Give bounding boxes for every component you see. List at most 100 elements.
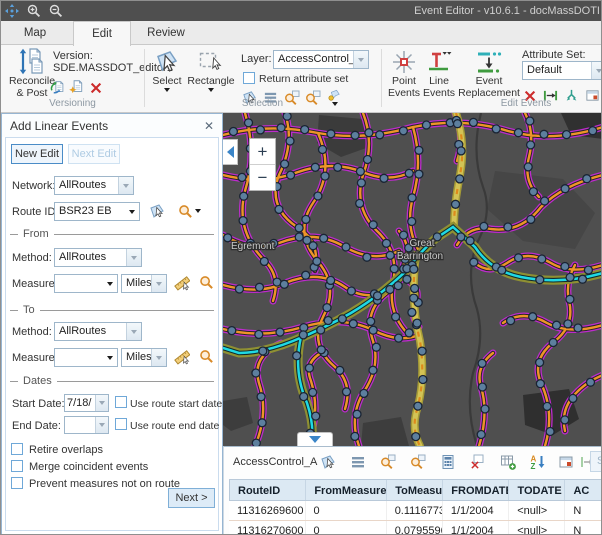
chevron-down-icon[interactable] [102,349,117,366]
attribute-set-label: Attribute Set: [522,49,586,61]
zoom-to-route-icon[interactable] [178,203,204,219]
from-method-select[interactable]: AllRoutes [54,248,142,267]
zoom-out-tool-icon[interactable] [48,3,64,19]
table-options-icon[interactable] [350,454,366,470]
reconcile-post-icon [19,48,45,75]
zoom-to-selected-icon[interactable] [380,454,396,470]
rectangle-select-icon [198,48,225,75]
column-header[interactable]: TODATE [509,480,565,500]
chevron-down-icon[interactable] [151,275,166,292]
layer-select[interactable]: AccessControl_A [273,50,369,69]
field-calculator-icon[interactable] [440,454,456,470]
line-events-icon [426,49,452,75]
measure-on-map-icon[interactable] [174,349,190,365]
attribute-set-select[interactable]: Default [522,61,602,80]
chevron-down-icon[interactable] [151,349,166,366]
zoom-to-measure-icon[interactable] [199,275,215,291]
pan-icon[interactable] [4,3,20,19]
chevron-down-icon[interactable] [102,275,117,292]
event-replacement-button[interactable]: Event Replacement [459,49,519,100]
end-date-input[interactable] [64,416,109,434]
route-id-select[interactable]: BSR23 EB [54,202,140,221]
use-route-end-date-label: Use route end date [130,420,219,432]
return-attribute-set-checkbox[interactable] [243,72,255,84]
network-label: Network: [12,180,55,192]
new-edit-button[interactable]: New Edit [11,144,63,164]
tab-review[interactable]: Review [139,21,193,45]
to-units-select[interactable]: Miles [121,348,167,367]
next-edit-button[interactable]: Next Edit [68,144,120,164]
place-label-great: Great [409,238,434,249]
version-label: Version: [53,50,93,62]
select-features-icon[interactable] [320,454,336,470]
version-changes-icon[interactable] [49,79,66,96]
use-route-end-date-checkbox[interactable] [115,418,127,430]
to-section-divider: To [10,304,214,316]
merge-coincident-checkbox[interactable] [11,460,23,472]
pan-to-selected-icon[interactable] [410,454,426,470]
ribbon-tabs: Map Edit Review [1,21,602,45]
from-section-divider: From [10,228,214,240]
save-button[interactable]: S [590,451,602,472]
use-route-start-date-checkbox[interactable] [115,396,127,408]
chevron-down-icon[interactable] [353,51,368,68]
add-record-icon[interactable] [500,454,516,470]
chevron-down-icon[interactable] [95,395,108,411]
column-header[interactable]: FromMeasure [306,480,387,500]
zoom-out-button[interactable]: − [250,165,275,191]
start-date-label: Start Date: [12,398,65,410]
merge-coincident-label: Merge coincident events [29,461,148,473]
column-header[interactable]: AC [565,480,602,500]
select-route-icon[interactable] [149,203,165,219]
tab-edit[interactable]: Edit [73,21,131,46]
delete-selected-icon[interactable] [470,454,486,470]
collapse-panel-button[interactable] [223,139,238,165]
chevron-down-icon[interactable] [591,62,602,79]
column-header[interactable]: ToMeasure [387,480,443,500]
zoom-in-tool-icon[interactable] [26,3,42,19]
tab-map[interactable]: Map [9,21,61,45]
delete-version-icon[interactable] [87,79,104,96]
new-version-icon[interactable] [68,79,85,96]
line-events-button[interactable]: Line Events [421,49,457,100]
ribbon-separator [381,49,382,107]
rectangle-select-button[interactable]: Rectangle [189,48,233,92]
chevron-down-icon[interactable] [118,177,133,194]
close-icon[interactable]: ✕ [204,120,214,132]
layer-label: Layer: [241,53,272,65]
from-units-select[interactable]: Miles [121,274,167,293]
from-measure-input[interactable] [54,274,118,293]
to-method-select[interactable]: AllRoutes [54,322,142,341]
add-linear-events-panel: Add Linear Events ✕ New Edit Next Edit N… [1,113,223,535]
column-header[interactable]: FROMDATE [443,480,509,500]
to-measure-label: Measure: [12,352,58,364]
point-events-button[interactable]: Point Events [385,49,423,100]
attribute-table-panel: AccessControl_A S RouteID FromMeasure To… [223,446,602,535]
prevent-measures-checkbox[interactable] [11,477,23,489]
chevron-down-icon[interactable] [124,203,139,220]
place-label-barrington: Barrington [397,251,443,262]
sort-az-icon[interactable] [530,454,546,470]
select-icon [154,48,181,75]
from-measure-label: Measure: [12,278,58,290]
column-header[interactable]: RouteID [230,480,306,500]
chevron-down-icon[interactable] [95,417,108,433]
attribute-window-icon[interactable] [558,454,574,470]
table-row[interactable]: 11316269600 0 0.1116773 1/1/2004 <null> … [229,501,602,521]
start-date-input[interactable]: 7/18/ [64,394,109,412]
retire-overlaps-checkbox[interactable] [11,443,23,455]
zoom-to-measure-icon[interactable] [199,349,215,365]
map-view[interactable]: Egremont Great Barrington + − [223,113,602,446]
table-row[interactable]: 11316270600 0 0.0795596 1/1/2004 <null> … [229,521,602,535]
next-button[interactable]: Next > [168,488,215,508]
zoom-in-button[interactable]: + [250,139,275,165]
to-method-label: Method: [12,326,52,338]
network-select[interactable]: AllRoutes [54,176,134,195]
measure-on-map-icon[interactable] [174,275,190,291]
collapse-table-button[interactable] [297,432,333,446]
chevron-down-icon[interactable] [126,323,141,340]
select-button[interactable]: Select [148,48,186,92]
to-measure-input[interactable] [54,348,118,367]
map-canvas[interactable]: Egremont Great Barrington [223,113,602,446]
chevron-down-icon[interactable] [126,249,141,266]
